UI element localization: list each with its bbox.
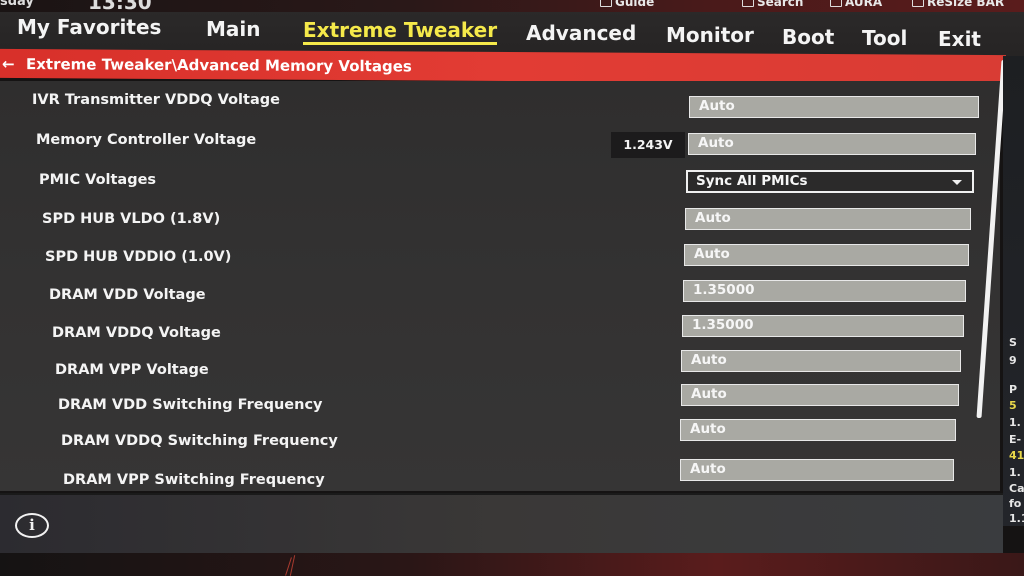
breadcrumb-path: Extreme Tweaker\Advanced Memory Voltages	[26, 54, 412, 75]
hw-value: 1.1	[1009, 512, 1024, 525]
spd-hub-vddio-field[interactable]: Auto	[684, 244, 969, 266]
arrow-left-icon[interactable]: ←	[2, 54, 26, 72]
tab-main[interactable]: Main	[206, 17, 261, 41]
aura-icon	[830, 0, 842, 7]
aura-button[interactable]: AURA	[830, 0, 882, 9]
setting-label: SPD HUB VDDIO (1.0V)	[45, 249, 232, 265]
info-icon: i	[15, 513, 49, 538]
pmic-voltages-selected-value: Sync All PMICs	[696, 173, 808, 189]
setting-label: Memory Controller Voltage	[36, 132, 257, 148]
ivr-transmitter-vddq-voltage-field[interactable]: Auto	[689, 96, 979, 118]
clipped-row: DRAM VPP Switching Frequency Auto	[0, 459, 1000, 489]
spd-hub-vldo-field[interactable]: Auto	[685, 208, 971, 230]
dram-vdd-switching-frequency-field[interactable]: Auto	[681, 384, 959, 406]
chevron-down-icon	[952, 180, 962, 185]
hw-label: E-	[1009, 433, 1022, 446]
pmic-voltages-select[interactable]: Sync All PMICs	[686, 170, 974, 193]
setting-label: IVR Transmitter VDDQ Voltage	[32, 92, 280, 108]
tab-boot[interactable]: Boot	[782, 25, 834, 49]
setting-label: DRAM VDD Voltage	[49, 287, 206, 303]
resize-bar-icon	[912, 0, 924, 7]
hw-value: 9	[1009, 354, 1017, 367]
tab-my-favorites[interactable]: My Favorites	[17, 15, 161, 39]
setting-label: SPD HUB VLDO (1.8V)	[42, 211, 221, 227]
setting-label: DRAM VDD Switching Frequency	[58, 397, 323, 413]
search-button[interactable]: Search	[742, 0, 803, 9]
tab-advanced[interactable]: Advanced	[526, 21, 636, 45]
bottom-decoration	[0, 553, 1024, 576]
dram-vpp-switching-frequency-field[interactable]: Auto	[680, 459, 954, 481]
hw-value: 5	[1009, 399, 1017, 412]
tab-exit[interactable]: Exit	[938, 27, 981, 51]
hw-label: fo	[1009, 497, 1022, 510]
hw-value: S	[1009, 336, 1017, 349]
help-panel: i	[0, 493, 1003, 553]
hw-label: P	[1009, 383, 1018, 396]
hardware-monitor-panel: S 9 P 5 1. E- 41 1. Ca fo 1.1	[1003, 56, 1024, 526]
memory-controller-voltage-readout: 1.243V	[611, 132, 685, 158]
hw-value: 41	[1009, 449, 1024, 462]
guide-button[interactable]: Guide	[600, 0, 654, 9]
tab-monitor[interactable]: Monitor	[666, 23, 754, 47]
date-fragment: sday	[0, 0, 34, 9]
tab-extreme-tweaker[interactable]: Extreme Tweaker	[303, 18, 498, 45]
setting-label: DRAM VDDQ Switching Frequency	[61, 433, 338, 449]
settings-panel: IVR Transmitter VDDQ Voltage Auto Memory…	[0, 81, 1000, 491]
search-icon	[742, 0, 754, 7]
breadcrumb: ← Extreme Tweaker\Advanced Memory Voltag…	[0, 48, 1006, 85]
dram-vpp-voltage-field[interactable]: Auto	[681, 350, 961, 372]
setting-label: DRAM VPP Switching Frequency	[63, 472, 325, 488]
memory-controller-voltage-field[interactable]: Auto	[688, 133, 976, 155]
hw-label: Ca	[1009, 482, 1024, 495]
hw-value: 1.	[1009, 466, 1021, 479]
dram-vddq-switching-frequency-field[interactable]: Auto	[680, 419, 956, 441]
setting-label: PMIC Voltages	[39, 172, 157, 188]
setting-label: DRAM VPP Voltage	[55, 362, 209, 378]
dram-vddq-voltage-field[interactable]: 1.35000	[682, 315, 964, 337]
resize-bar-button[interactable]: ReSize BAR	[912, 0, 1004, 9]
guide-icon	[600, 0, 612, 7]
hw-value: 1.	[1009, 416, 1021, 429]
tab-tool[interactable]: Tool	[862, 26, 907, 50]
setting-label: DRAM VDDQ Voltage	[52, 325, 221, 341]
dram-vdd-voltage-field[interactable]: 1.35000	[683, 280, 966, 302]
